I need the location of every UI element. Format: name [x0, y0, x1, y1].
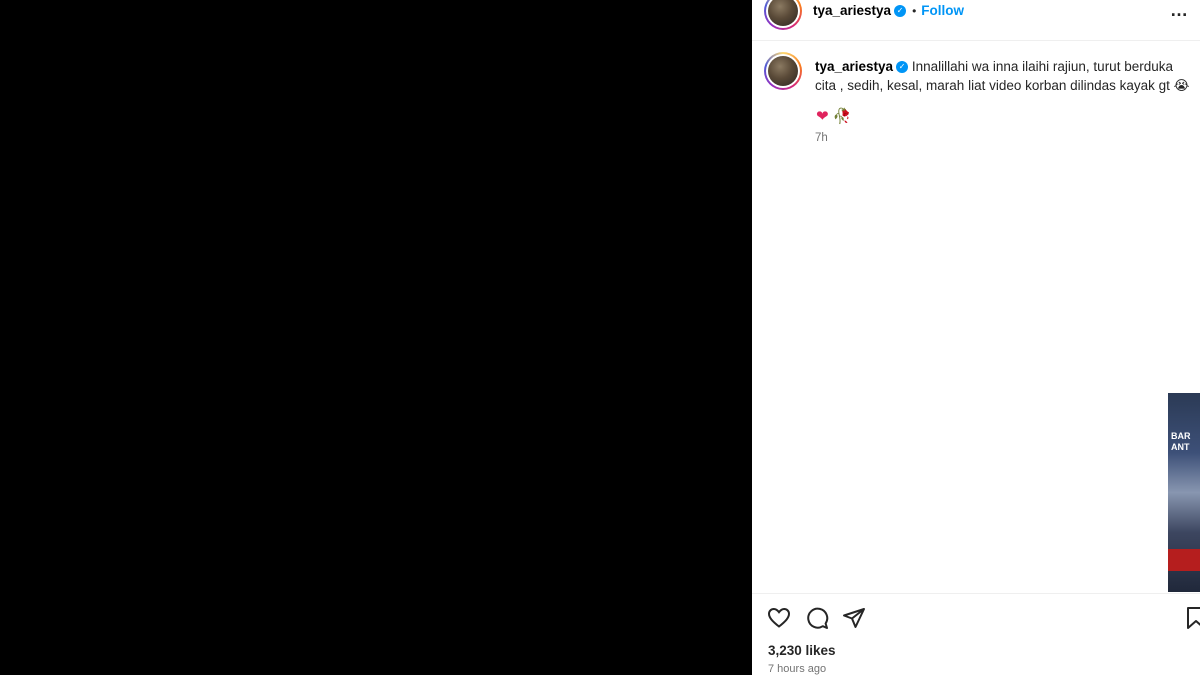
- verified-badge-icon: ✓: [896, 61, 909, 74]
- likes-count[interactable]: 3,230 likes: [768, 643, 836, 658]
- caption-comment: tya_ariestya ✓ Innalillahi wa inna ilaihi…: [815, 57, 1195, 95]
- actions-divider: [752, 593, 1200, 594]
- post-time-ago[interactable]: 7 hours ago: [768, 663, 826, 675]
- comment-username[interactable]: tya_ariestya: [815, 59, 893, 74]
- post-side-panel: tya_ariestya ✓ • Follow … tya_ariestya ✓ Inn…: [752, 0, 1200, 675]
- verified-badge-icon: ✓: [894, 5, 907, 18]
- separator-dot: •: [912, 4, 917, 18]
- video-thumbnail[interactable]: BAR ANT: [1168, 393, 1200, 592]
- bookmark-icon[interactable]: [1184, 606, 1200, 630]
- heart-emoji: ❤: [816, 108, 829, 125]
- author-avatar[interactable]: [764, 0, 802, 30]
- author-username[interactable]: tya_ariestya: [813, 3, 891, 18]
- post-media[interactable]: [0, 0, 752, 675]
- wilted-flower-emoji: 🥀: [832, 108, 852, 125]
- comment-icon[interactable]: [805, 606, 829, 630]
- thumbnail-red-banner: [1168, 549, 1200, 571]
- comment-author-avatar[interactable]: [764, 52, 802, 90]
- like-icon[interactable]: [767, 606, 791, 630]
- thumbnail-text: BAR ANT: [1171, 431, 1191, 452]
- comment-time[interactable]: 7h: [815, 132, 828, 144]
- follow-button[interactable]: Follow: [921, 3, 964, 18]
- emoji-row: ❤ 🥀: [816, 107, 851, 125]
- header-user-line: tya_ariestya ✓ • Follow: [813, 3, 964, 18]
- post-header: tya_ariestya ✓ • Follow …: [752, 0, 1200, 41]
- share-icon[interactable]: [842, 606, 866, 630]
- more-options-icon[interactable]: …: [1170, 0, 1189, 21]
